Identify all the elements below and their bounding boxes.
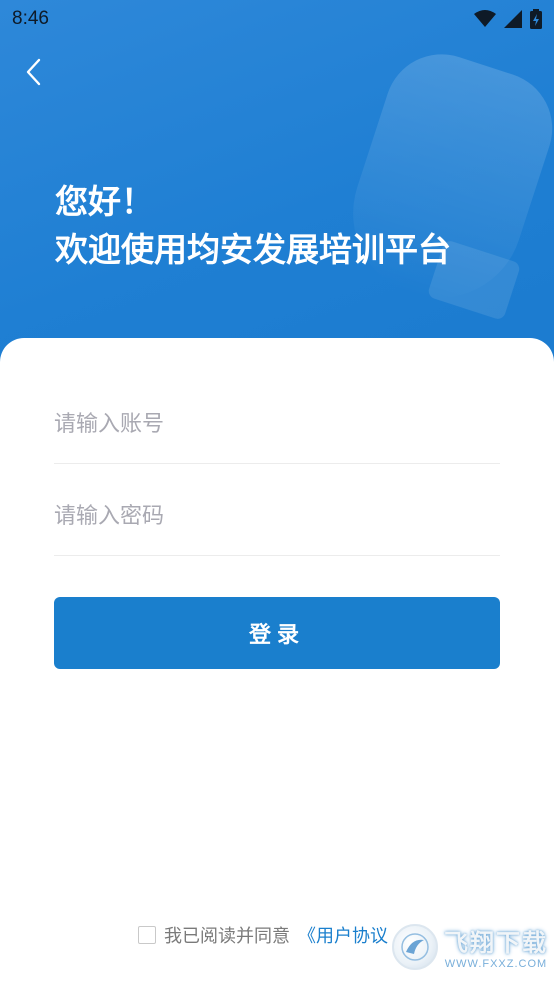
account-input[interactable] (54, 412, 500, 437)
site-watermark: 飞翔下载 WWW.FXXZ.COM (392, 923, 548, 970)
agreement-text: 我已阅读并同意 (164, 926, 290, 947)
password-input[interactable] (54, 504, 500, 529)
agreement-row: 我已阅读并同意 《用户协议 (138, 922, 388, 948)
account-field (54, 386, 500, 464)
agreement-checkbox[interactable] (138, 926, 156, 944)
battery-charging-icon (530, 9, 542, 29)
watermark-url: WWW.FXXZ.COM (444, 958, 548, 970)
greeting-line-welcome: 欢迎使用均安发展培训平台 (55, 230, 451, 269)
greeting-line-hello: 您好！ (55, 182, 154, 221)
watermark-title: 飞翔下载 (444, 929, 548, 957)
watermark-text: 飞翔下载 WWW.FXXZ.COM (444, 923, 548, 970)
back-button[interactable] (18, 55, 48, 89)
cellular-signal-icon (504, 10, 522, 28)
chevron-left-icon (26, 58, 41, 86)
password-field (54, 478, 500, 556)
status-icons (474, 9, 542, 29)
login-card: 登录 我已阅读并同意 《用户协议 (0, 338, 554, 984)
welcome-heading: 您好！ 欢迎使用均安发展培训平台 (55, 178, 451, 274)
user-agreement-link[interactable]: 《用户协议 (298, 922, 388, 948)
status-bar: 8:46 (0, 0, 554, 38)
login-button[interactable]: 登录 (54, 597, 500, 669)
status-time: 8:46 (12, 8, 49, 29)
watermark-logo-icon (392, 923, 438, 970)
wifi-icon (474, 10, 496, 27)
